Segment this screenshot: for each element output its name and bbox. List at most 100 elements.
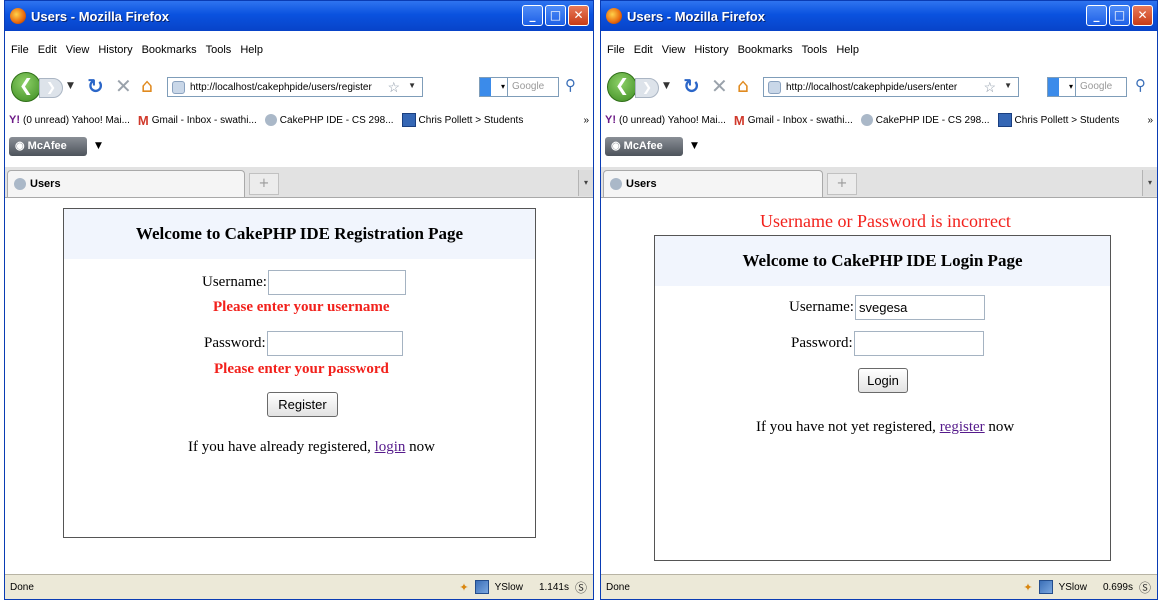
tab-list-icon[interactable]: ▾: [1142, 170, 1157, 196]
page-icon: [401, 113, 416, 127]
menu-help[interactable]: Help: [836, 44, 859, 56]
back-button[interactable]: ❮: [607, 72, 637, 102]
mcafee-button[interactable]: ◉ McAfee: [9, 137, 87, 156]
menu-edit[interactable]: Edit: [634, 44, 653, 56]
url-bar[interactable]: http://localhost/cakephpide/users/regist…: [167, 77, 423, 97]
bookmark-star-icon[interactable]: ☆: [983, 79, 996, 96]
username-label: Username:: [202, 274, 267, 290]
cakephp-icon: [264, 114, 277, 126]
history-dropdown-icon[interactable]: ▼: [663, 81, 670, 91]
menu-history[interactable]: History: [694, 44, 728, 56]
register-link[interactable]: register: [940, 419, 985, 435]
back-button[interactable]: ❮: [11, 72, 41, 102]
menu-bookmarks[interactable]: Bookmarks: [142, 44, 197, 56]
menu-edit[interactable]: Edit: [38, 44, 57, 56]
login-button[interactable]: Login: [858, 368, 908, 393]
bookmark-cakephp[interactable]: CakePHP IDE - CS 298...: [860, 114, 990, 126]
minimize-button[interactable]: _: [522, 5, 543, 26]
login-error-banner: Username or Password is incorrect: [760, 211, 1011, 231]
forward-button[interactable]: ❯: [635, 78, 659, 98]
reload-icon[interactable]: ↻: [683, 74, 700, 98]
search-magnifier-icon[interactable]: ⚲: [1135, 76, 1146, 94]
menu-bookmarks[interactable]: Bookmarks: [738, 44, 793, 56]
password-input[interactable]: [266, 331, 403, 356]
search-input[interactable]: Google: [1075, 77, 1127, 97]
bookmarks-overflow-chevron[interactable]: »: [1147, 115, 1153, 126]
bookmark-yahoo[interactable]: Y! (0 unread) Yahoo! Mai...: [605, 114, 726, 126]
bookmark-yahoo[interactable]: Y! (0 unread) Yahoo! Mai...: [9, 114, 130, 126]
bookmark-chris-pollett[interactable]: Chris Pollett > Students: [997, 113, 1119, 127]
yslow-label[interactable]: YSlow: [1059, 582, 1087, 593]
page-content: Welcome to CakePHP IDE Registration Page…: [5, 198, 593, 575]
new-tab-button[interactable]: +: [249, 173, 279, 195]
new-tab-button[interactable]: +: [827, 173, 857, 195]
close-button[interactable]: ✕: [1132, 5, 1153, 26]
yslow-icon[interactable]: [1038, 580, 1053, 594]
firebug-icon[interactable]: ✦: [1023, 581, 1032, 594]
menu-view[interactable]: View: [66, 44, 90, 56]
maximize-button[interactable]: □: [1109, 5, 1130, 26]
menu-tools[interactable]: Tools: [802, 44, 828, 56]
s-addon-icon[interactable]: Ⓢ: [1139, 579, 1151, 596]
login-note: If you have already registered, login no…: [188, 439, 436, 455]
page-favicon-icon: [14, 178, 26, 190]
history-dropdown-icon[interactable]: ▼: [67, 81, 74, 91]
mcafee-toolbar: ◉ McAfee ▼: [5, 135, 593, 159]
tab-strip: Users + ▾: [601, 167, 1157, 198]
mcafee-dropdown-icon[interactable]: ▼: [95, 141, 102, 151]
menu-file[interactable]: File: [11, 44, 29, 56]
url-bar[interactable]: http://localhost/cakephpide/users/enter …: [763, 77, 1019, 97]
bookmark-chris-pollett[interactable]: Chris Pollett > Students: [401, 113, 523, 127]
yahoo-icon: Y!: [9, 114, 20, 126]
site-identity-icon[interactable]: [768, 80, 781, 94]
home-icon[interactable]: ⌂: [141, 75, 153, 97]
search-engine-button[interactable]: ▾: [1047, 77, 1075, 97]
menu-history[interactable]: History: [98, 44, 132, 56]
search-engine-button[interactable]: ▾: [479, 77, 507, 97]
password-input[interactable]: [853, 331, 984, 356]
minimize-button[interactable]: _: [1086, 5, 1107, 26]
mcafee-dropdown-icon[interactable]: ▼: [691, 141, 698, 151]
tab-list-icon[interactable]: ▾: [578, 170, 593, 196]
gmail-icon: M: [137, 112, 149, 128]
mcafee-button[interactable]: ◉ McAfee: [605, 137, 683, 156]
url-dropdown-icon[interactable]: ▼: [1004, 81, 1012, 90]
status-bar: Done ✦ YSlow 1.141s Ⓢ: [5, 574, 593, 599]
tab-users[interactable]: Users: [603, 170, 823, 197]
username-input[interactable]: svegesa: [854, 295, 985, 320]
yslow-label[interactable]: YSlow: [495, 582, 523, 593]
menu-bar: File Edit View History Bookmarks Tools H…: [5, 39, 593, 61]
menu-tools[interactable]: Tools: [206, 44, 232, 56]
bookmarks-toolbar: Y! (0 unread) Yahoo! Mai... M Gmail - Inbo…: [601, 109, 1157, 131]
stop-icon[interactable]: ✕: [711, 74, 728, 98]
search-input[interactable]: Google: [507, 77, 559, 97]
bookmark-gmail[interactable]: M Gmail - Inbox - swathi...: [138, 113, 257, 128]
page-favicon-icon: [610, 178, 622, 190]
site-identity-icon[interactable]: [172, 80, 185, 94]
username-input[interactable]: [267, 270, 406, 295]
menu-view[interactable]: View: [662, 44, 686, 56]
bookmark-gmail[interactable]: M Gmail - Inbox - swathi...: [734, 113, 853, 128]
menu-file[interactable]: File: [607, 44, 625, 56]
login-link[interactable]: login: [375, 439, 406, 455]
search-magnifier-icon[interactable]: ⚲: [565, 76, 576, 94]
bookmark-cakephp[interactable]: CakePHP IDE - CS 298...: [264, 114, 394, 126]
url-dropdown-icon[interactable]: ▼: [408, 81, 416, 90]
close-button[interactable]: ✕: [568, 5, 589, 26]
page-heading: Welcome to CakePHP IDE Login Page: [655, 236, 1110, 286]
menu-help[interactable]: Help: [240, 44, 263, 56]
stop-icon[interactable]: ✕: [115, 74, 132, 98]
s-addon-icon[interactable]: Ⓢ: [575, 579, 587, 596]
page-icon: [997, 113, 1012, 127]
bookmark-star-icon[interactable]: ☆: [387, 79, 400, 96]
register-button[interactable]: Register: [267, 392, 338, 417]
yslow-icon[interactable]: [474, 580, 489, 594]
reload-icon[interactable]: ↻: [87, 74, 104, 98]
load-time: 0.699s: [1102, 581, 1133, 593]
forward-button[interactable]: ❯: [39, 78, 63, 98]
maximize-button[interactable]: □: [545, 5, 566, 26]
bookmarks-overflow-chevron[interactable]: »: [583, 115, 589, 126]
firebug-icon[interactable]: ✦: [459, 581, 468, 594]
tab-users[interactable]: Users: [7, 170, 245, 197]
home-icon[interactable]: ⌂: [737, 75, 749, 97]
